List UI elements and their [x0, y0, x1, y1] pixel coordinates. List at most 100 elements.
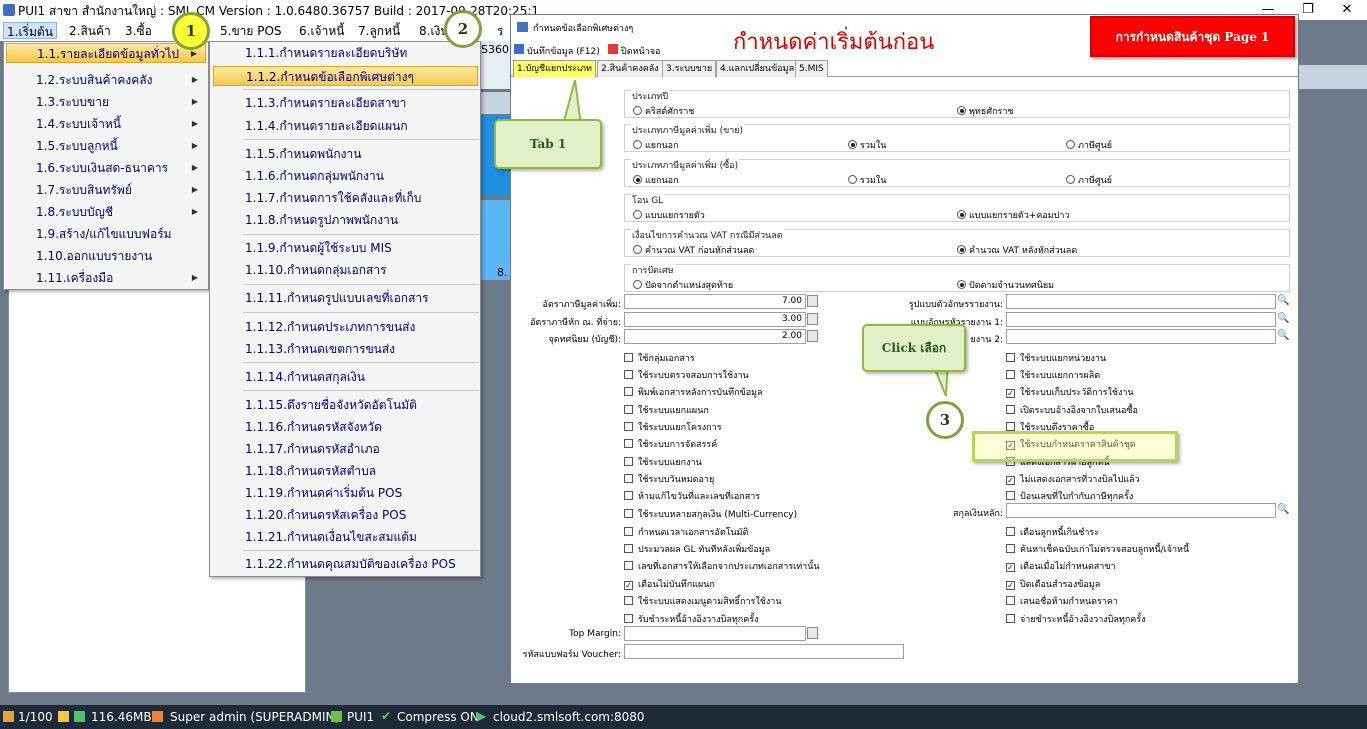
- menu1-item-general[interactable]: 1.1.รายละเอียดข้อมูลทั่วไป ▶: [6, 43, 206, 63]
- header-font2-input[interactable]: [1006, 329, 1276, 344]
- submenu-item[interactable]: 1.1.8.กำหนดรูปภาพพนักงาน: [213, 210, 478, 230]
- submenu-item[interactable]: 1.1.3.กำหนดรายละเอียดสาขา: [213, 93, 478, 113]
- tab-data-exchange[interactable]: 4.แลกเปลี่ยนข้อมูล: [716, 60, 799, 77]
- radio-purchase-vat-included[interactable]: รวมใน: [848, 173, 886, 187]
- menu1-item-tools[interactable]: 1.11.เครื่องมือ ▶: [6, 268, 206, 288]
- check-business-unit[interactable]: ใช้ระบบแยกหน่วยงาน: [1006, 351, 1106, 365]
- wht-rate-input[interactable]: 3.00: [624, 312, 806, 327]
- report-font-input[interactable]: [1006, 294, 1276, 309]
- radio-vat-after-discount[interactable]: คำนวณ VAT หลังหักส่วนลด: [957, 243, 1077, 257]
- submenu-item[interactable]: 1.1.10.กำหนดกลุ่มเอกสาร: [213, 260, 478, 280]
- calculator-icon[interactable]: [807, 313, 818, 325]
- calculator-icon[interactable]: [807, 330, 818, 342]
- radio-sales-vat-excluded[interactable]: แยกนอก: [633, 138, 679, 152]
- radio-buddhist-era[interactable]: พุทธศักราช: [957, 104, 1014, 118]
- tab-inventory[interactable]: 2.สินค้าคงคลัง: [597, 60, 663, 77]
- tab-mis[interactable]: 5.MIS: [795, 60, 828, 77]
- check-print-after-save[interactable]: พิมพ์เอกสารหลังการบันทึกข้อมูล: [624, 385, 763, 399]
- menu1-item-receivable[interactable]: 1.5.ระบบลูกหนี้ ▶: [6, 136, 206, 156]
- save-button[interactable]: บันทึกข้อมูล (F12): [527, 44, 600, 58]
- check-ar-overpay[interactable]: เตือนลูกหนี้เกินชำระ: [1006, 525, 1099, 539]
- submenu-item[interactable]: 1.1.7.กำหนดการใช้คลังและที่เก็บ: [213, 188, 478, 208]
- menu1-item-cash-bank[interactable]: 1.6.ระบบเงินสด-ธนาคาร ▶: [6, 158, 206, 178]
- menu1-item-payable[interactable]: 1.4.ระบบเจ้าหนี้ ▶: [6, 114, 206, 134]
- check-expiry[interactable]: ใช้ระบบวันหมดอายุ: [624, 472, 714, 486]
- check-no-price-name[interactable]: เสนอชื่อห้ามกำหนดราคา: [1006, 594, 1118, 608]
- submenu-item[interactable]: 1.1.14.กำหนดสกุลเงิน: [213, 367, 478, 387]
- search-icon[interactable]: 🔍: [1277, 313, 1289, 326]
- check-multi-currency[interactable]: ใช้ระบบหลายสกุลเงิน (Multi-Currency): [624, 507, 797, 521]
- check-hide-billed-docs[interactable]: ✓ ไม่แสดงเอกสารที่วางบิลไปแล้ว: [1006, 472, 1140, 486]
- check-purchase-request-ref[interactable]: เปิดระบบอ้างอิงจากใบเสนอซื้อ: [1006, 403, 1138, 417]
- menu-start[interactable]: 1.เริ่มต้น: [3, 22, 57, 39]
- menu1-item-sales[interactable]: 1.3.ระบบขาย ▶: [6, 92, 206, 112]
- menu-pos[interactable]: 5.ขาย POS: [217, 22, 285, 39]
- menu-receivable[interactable]: 7.ลูกหนี้: [355, 22, 403, 39]
- calculator-icon[interactable]: [807, 295, 818, 307]
- submenu-item[interactable]: 1.1.4.กำหนดรายละเอียดแผนก: [213, 116, 478, 136]
- radio-gl-per-item[interactable]: แบบแยกรายตัว: [633, 208, 705, 222]
- menu1-item-assets[interactable]: 1.7.ระบบสินทรัพย์ ▶: [6, 180, 206, 200]
- submenu-item[interactable]: 1.1.22.กำหนดคุณสมบัติของเครื่อง POS: [213, 554, 478, 574]
- submenu-item[interactable]: 1.1.11.กำหนดรูปแบบเลขที่เอกสาร: [213, 288, 478, 308]
- radio-purchase-vat-zero[interactable]: ภาษีศูนย์: [1066, 173, 1112, 187]
- submenu-item[interactable]: 1.1.12.กำหนดประเภทการขนส่ง: [213, 317, 478, 337]
- submenu-item[interactable]: 1.1.13.กำหนดเขตการขนส่ง: [213, 339, 478, 359]
- check-auto-doc-time[interactable]: กำหนดเวลาเอกสารอัตโนมัติ: [624, 525, 748, 539]
- submenu-item[interactable]: 1.1.15.ดึงรายชื่อจังหวัดอัตโนมัติ: [213, 395, 478, 415]
- check-project[interactable]: ใช้ระบบแยกโครงการ: [624, 420, 722, 434]
- search-icon[interactable]: 🔍: [1277, 504, 1289, 517]
- close-button[interactable]: ✕: [1327, 0, 1367, 20]
- check-job[interactable]: ใช้ระบบแยกงาน: [624, 455, 702, 469]
- check-lock-doc-date[interactable]: ห้ามแก้ไขวันที่และเลขที่เอกสาร: [624, 489, 760, 503]
- voucher-input[interactable]: [624, 644, 904, 659]
- tab-general-ledger[interactable]: 1.บัญชีแยกประเภท: [513, 60, 596, 77]
- radio-round-decimals[interactable]: ปัดตามจำนวนทศนิยม: [957, 278, 1054, 292]
- check-old-cheque[interactable]: ค้นหาเช็คฉบับเก่าไม่ตรวจสอบลูกหนี้/เจ้าห…: [1006, 542, 1189, 556]
- radio-christian-era[interactable]: คริสต์ศักราช: [633, 104, 694, 118]
- check-usage-history[interactable]: ✓ ใช้ระบบเก็บประวัติการใช้งาน: [1006, 385, 1134, 399]
- top-margin-input[interactable]: [624, 626, 806, 641]
- menu1-item-accounting[interactable]: 1.8.ระบบบัญชี ▶: [6, 202, 206, 222]
- submenu-item[interactable]: 1.1.18.กำหนดรหัสตำบล: [213, 461, 478, 481]
- check-payment-billing[interactable]: จ่ายชำระหนี้อ้างอิงวางบิลทุกครั้ง: [1006, 612, 1146, 626]
- submenu-item-special-options[interactable]: 1.1.2.กำหนดข้อเลือกพิเศษต่างๆ: [213, 66, 478, 86]
- check-doc-number-type[interactable]: เลขที่เอกสารให้เลือกจากประเภทเอกสารเท่าน…: [624, 559, 820, 573]
- check-warn-department[interactable]: ✓ เตือนไม่บันทึกแผนก: [624, 577, 715, 591]
- submenu-item[interactable]: 1.1.6.กำหนดกลุ่มพนักงาน: [213, 166, 478, 186]
- submenu-item[interactable]: 1.1.16.กำหนดรหัสจังหวัด: [213, 417, 478, 437]
- radio-round-last-digit[interactable]: ปัดจากตำแหน่งสุดท้าย: [633, 278, 733, 292]
- search-icon[interactable]: 🔍: [1277, 330, 1289, 343]
- check-usage-audit[interactable]: ใช้ระบบตรวจสอบการใช้งาน: [624, 368, 749, 382]
- radio-vat-before-discount[interactable]: คำนวณ VAT ก่อนหักส่วนลด: [633, 243, 754, 257]
- menu1-item-reports[interactable]: 1.10.ออกแบบรายงาน: [6, 246, 206, 266]
- radio-sales-vat-included[interactable]: รวมใน: [848, 138, 886, 152]
- check-allocation[interactable]: ใช้ระบบการจัดสรรค์: [624, 437, 717, 451]
- menu1-item-forms[interactable]: 1.9.สร้าง/แก้ไขแบบฟอร์ม: [6, 224, 206, 244]
- menu-payable[interactable]: 6.เจ้าหนี้: [296, 22, 347, 39]
- decimal-input[interactable]: 2.00: [624, 329, 806, 344]
- check-production[interactable]: ใช้ระบบแยกการผลิต: [1006, 368, 1100, 382]
- radio-sales-vat-zero[interactable]: ภาษีศูนย์: [1066, 138, 1112, 152]
- search-icon[interactable]: 🔍: [1277, 295, 1289, 308]
- submenu-item[interactable]: 1.1.21.กำหนดเงื่อนไขสะสมแต้ม: [213, 527, 478, 547]
- submenu-item[interactable]: 1.1.20.กำหนดรหัสเครื่อง POS: [213, 505, 478, 525]
- vat-rate-input[interactable]: 7.00: [624, 294, 806, 309]
- radio-purchase-vat-excluded[interactable]: แยกนอก: [633, 173, 679, 187]
- header-font1-input[interactable]: [1006, 312, 1276, 327]
- menu1-item-inventory[interactable]: 1.2.ระบบสินค้าคงคลัง ▶: [6, 70, 206, 90]
- submenu-item[interactable]: 1.1.17.กำหนดรหัสอำเภอ: [213, 439, 478, 459]
- menu-purchase[interactable]: 3.ซื้อ: [122, 22, 155, 39]
- check-department[interactable]: ใช้ระบบแยกแผนก: [624, 403, 709, 417]
- calculator-icon[interactable]: [807, 627, 818, 639]
- currency-input[interactable]: [1006, 503, 1276, 518]
- submenu-item[interactable]: 1.1.5.กำหนดพนักงาน: [213, 144, 478, 164]
- check-menu-permission[interactable]: ใช้ระบบแสดงเมนูตามสิทธิ์การใช้งาน: [624, 594, 781, 608]
- check-tax-invoice-number[interactable]: ป้อนเลขที่ใบกำกับภาษีทุกครั้ง: [1006, 489, 1133, 503]
- tab-sales[interactable]: 3.ระบบขาย: [662, 60, 717, 77]
- close-dialog-button[interactable]: ปิดหน้าจอ: [621, 44, 660, 58]
- check-receipt-billing[interactable]: รับชำระหนี้อ้างอิงวางบิลทุกครั้ง: [624, 612, 758, 626]
- submenu-item[interactable]: 1.1.9.กำหนดผู้ใช้ระบบ MIS: [213, 238, 478, 258]
- menu-product[interactable]: 2.สินค้า: [66, 22, 114, 39]
- radio-gl-per-item-compound[interactable]: แบบแยกรายตัว+คอมปาว: [957, 208, 1070, 222]
